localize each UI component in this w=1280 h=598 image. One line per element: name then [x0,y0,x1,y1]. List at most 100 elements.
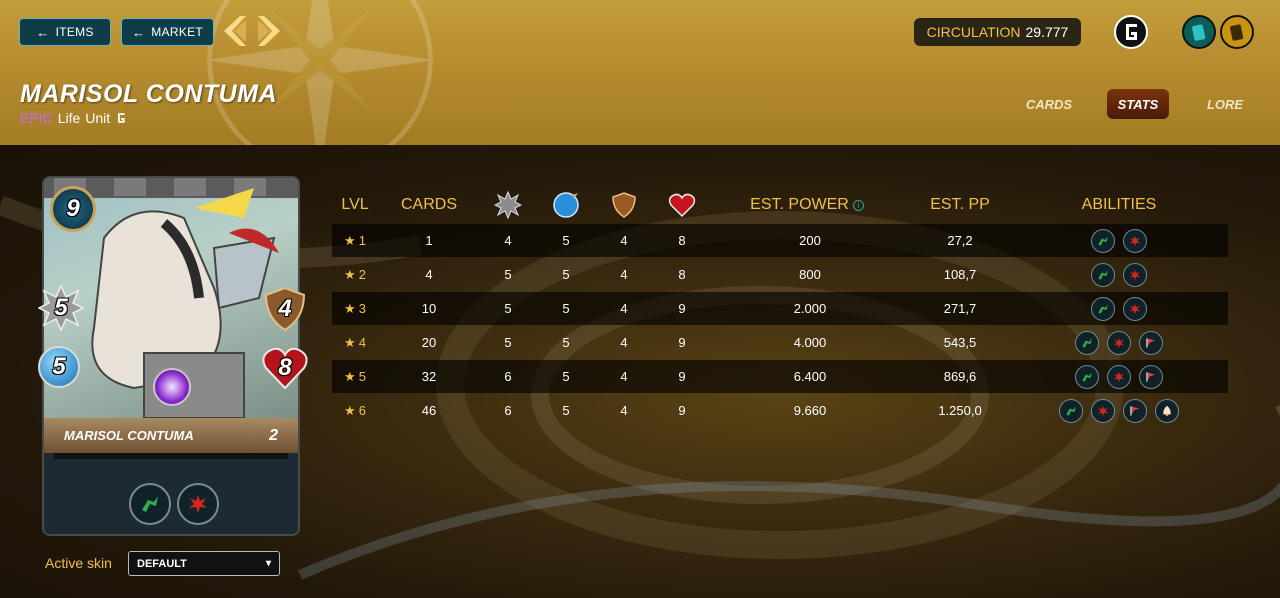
header-est-power: EST. POWER i [742,188,872,222]
cell-abilities [1048,394,1190,427]
header-abilities: ABILITIES [1081,196,1157,213]
enrage-ability-icon[interactable] [1107,364,1131,389]
cell-pp: 543,5 [943,335,977,350]
card-name-strip: MARISOL CONTUMA 2 [44,418,298,453]
star-icon: ★ [344,334,356,350]
card-divider [54,453,288,459]
life-element-gem-icon [153,368,191,406]
enrage-ability-icon[interactable] [1107,330,1131,355]
card-subtitle: EPIC Life Unit [20,110,127,126]
cell-speed: 5 [562,301,570,316]
cell-pp: 869,6 [943,369,977,384]
attack-icon [490,188,526,222]
tab-lore[interactable]: LORE [1194,89,1256,119]
armor-badge: 4 [262,286,308,332]
cell-lvl: ★ 4 [332,326,378,359]
card-image: MARISOL CONTUMA 2 [44,178,298,534]
cell-power: 6.400 [793,369,827,384]
cell-cards: 4 [425,267,433,282]
trample-ability-icon[interactable] [1075,364,1099,389]
tab-cards-label: CARDS [1025,96,1073,112]
type-label: Unit [85,110,111,126]
chevron-down-icon: ▾ [265,558,271,569]
tab-stats[interactable]: STATS [1107,89,1169,119]
cell-health: 9 [678,369,686,384]
level-value: 4 [358,335,366,350]
melee-value: 5 [54,294,68,321]
items-button[interactable]: ← ITEMS [19,18,111,46]
cell-speed: 5 [562,335,570,350]
cell-lvl: ★ 1 [332,224,378,257]
enrage-ability-icon[interactable] [1123,262,1147,287]
tab-stats-label: STATS [1117,96,1159,112]
mana-value: 9 [66,195,80,222]
trample-ability-icon[interactable] [1091,296,1115,321]
info-icon[interactable]: i [852,199,864,211]
cell-cards: 20 [421,335,437,350]
enrage-ability-icon[interactable] [177,483,219,525]
trample-ability-icon[interactable] [1059,398,1083,423]
inspire-ability-icon[interactable] [1123,398,1147,423]
table-row: ★ 4 20 5 5 4 9 4.000 543,5 [332,326,1228,359]
health-icon [664,188,700,222]
cell-power: 2.000 [793,301,827,316]
cell-pp: 27,2 [947,233,973,248]
enrage-ability-icon[interactable] [1123,228,1147,253]
enrage-ability-icon[interactable] [1123,296,1147,321]
card-name: MARISOL CONTUMA [64,428,194,443]
cell-health: 9 [678,335,686,350]
melee-badge: 5 [38,285,84,331]
table-row: ★ 6 46 6 5 4 9 9.660 1.250,0 [332,394,1228,427]
tab-cards[interactable]: CARDS [1018,89,1080,119]
cell-health: 8 [678,267,686,282]
trample-ability-icon[interactable] [1091,262,1115,287]
cell-armor: 4 [620,233,628,248]
cell-attack: 5 [504,301,512,316]
level-value: 2 [358,267,366,282]
cell-armor: 4 [620,301,628,316]
prev-next-chevrons[interactable] [222,14,282,48]
trample-ability-icon[interactable] [1075,330,1099,355]
cell-abilities [1048,360,1190,393]
level-value: 1 [358,233,366,248]
star-icon: ★ [344,368,356,384]
circulation-badge: CIRCULATION 29.777 [914,18,1081,46]
next-chevron-icon [258,16,280,46]
cell-armor: 4 [620,369,628,384]
trample-ability-icon[interactable] [129,483,171,525]
inspire-ability-icon[interactable] [1139,364,1163,389]
inspire-ability-icon[interactable] [1139,330,1163,355]
table-row: ★ 5 32 6 5 4 9 6.400 869,6 [332,360,1228,393]
shield-ability-icon[interactable] [1155,398,1179,423]
header-est-power-label: EST. POWER [750,196,849,213]
tab-lore-label: LORE [1206,96,1244,112]
header-cards: CARDS [400,196,457,213]
rarity-label: EPIC [20,110,53,126]
armor-icon [606,188,642,222]
arrow-left-icon: ← [131,24,146,40]
active-skin-select[interactable]: DEFAULT ▾ [128,551,280,576]
cell-speed: 5 [562,369,570,384]
cell-pp: 271,7 [943,301,977,316]
health-value: 8 [278,354,292,381]
gladius-small-icon [118,113,125,123]
page-title: MARISOL CONTUMA [20,80,278,108]
gladius-edition-icon[interactable] [1114,15,1148,49]
page-header: ← ITEMS ← MARKET CIRCULATION 29.777 MARI… [0,0,1280,145]
deck-icon[interactable] [1220,15,1254,49]
market-button[interactable]: ← MARKET [121,18,214,46]
table-row: ★ 1 1 4 5 4 8 200 27,2 [332,224,1228,257]
enrage-ability-icon[interactable] [1091,398,1115,423]
card-ability-panel [44,453,298,534]
circulation-label: CIRCULATION [926,24,1021,40]
trample-ability-icon[interactable] [1091,228,1115,253]
cell-abilities [1048,326,1190,359]
star-icon: ★ [344,266,356,282]
cell-cards: 32 [421,369,437,384]
cell-power: 4.000 [793,335,827,350]
star-icon: ★ [344,402,356,418]
items-button-label: ITEMS [55,25,94,39]
cell-speed: 5 [562,233,570,248]
cards-collection-icon[interactable] [1182,15,1216,49]
cell-cards: 1 [425,233,433,248]
